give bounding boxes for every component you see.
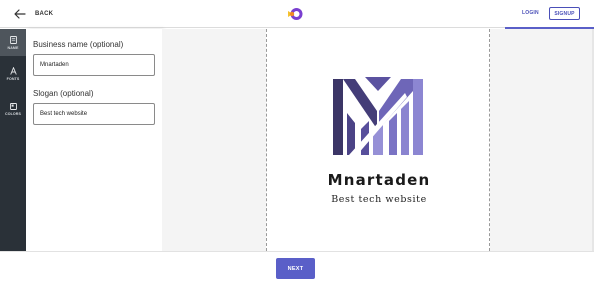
next-button[interactable]: NEXT: [276, 258, 315, 279]
brand-name-text: Mnartaden: [327, 171, 431, 189]
slogan-label: Slogan (optional): [33, 89, 94, 98]
sidebar-item-fonts[interactable]: FONTS: [0, 60, 26, 87]
footer-bar: NEXT: [0, 251, 594, 285]
business-name-label: Business name (optional): [33, 40, 124, 49]
sidebar-item-colors[interactable]: COLORS: [0, 96, 26, 123]
back-button[interactable]: BACK: [14, 7, 53, 21]
arrow-left-icon: [14, 9, 26, 19]
business-name-input[interactable]: Mnartaden: [33, 54, 155, 76]
back-label: BACK: [35, 11, 54, 17]
signup-button[interactable]: SIGNUP: [549, 7, 580, 20]
font-a-icon: [9, 66, 17, 75]
m-bars-logo-icon: [333, 77, 423, 155]
top-bar: BACK LOGIN SIGNUP: [0, 0, 594, 29]
logo-mark-icon[interactable]: [287, 6, 303, 22]
sidebar-item-label: NAME: [7, 45, 19, 50]
sidebar-item-label: FONTS: [6, 76, 20, 81]
preview-area: Mnartaden Best tech website: [162, 29, 594, 251]
brand-slogan-text: Best tech website: [331, 194, 427, 205]
logo-canvas: Mnartaden Best tech website: [266, 29, 490, 251]
sidebar-rail: NAME FONTS COLORS: [0, 29, 26, 251]
form-panel: Business name (optional) Mnartaden Sloga…: [26, 29, 162, 251]
slogan-input[interactable]: Best tech website: [33, 103, 155, 125]
name-card-icon: [9, 35, 17, 44]
sidebar-item-name[interactable]: NAME: [0, 29, 26, 56]
palette-icon: [9, 103, 17, 110]
sidebar-item-label: COLORS: [5, 112, 21, 116]
login-link[interactable]: LOGIN: [522, 10, 539, 16]
logo-maker-app: BACK LOGIN SIGNUP NAME FONTS COLORS Busi…: [0, 0, 594, 285]
